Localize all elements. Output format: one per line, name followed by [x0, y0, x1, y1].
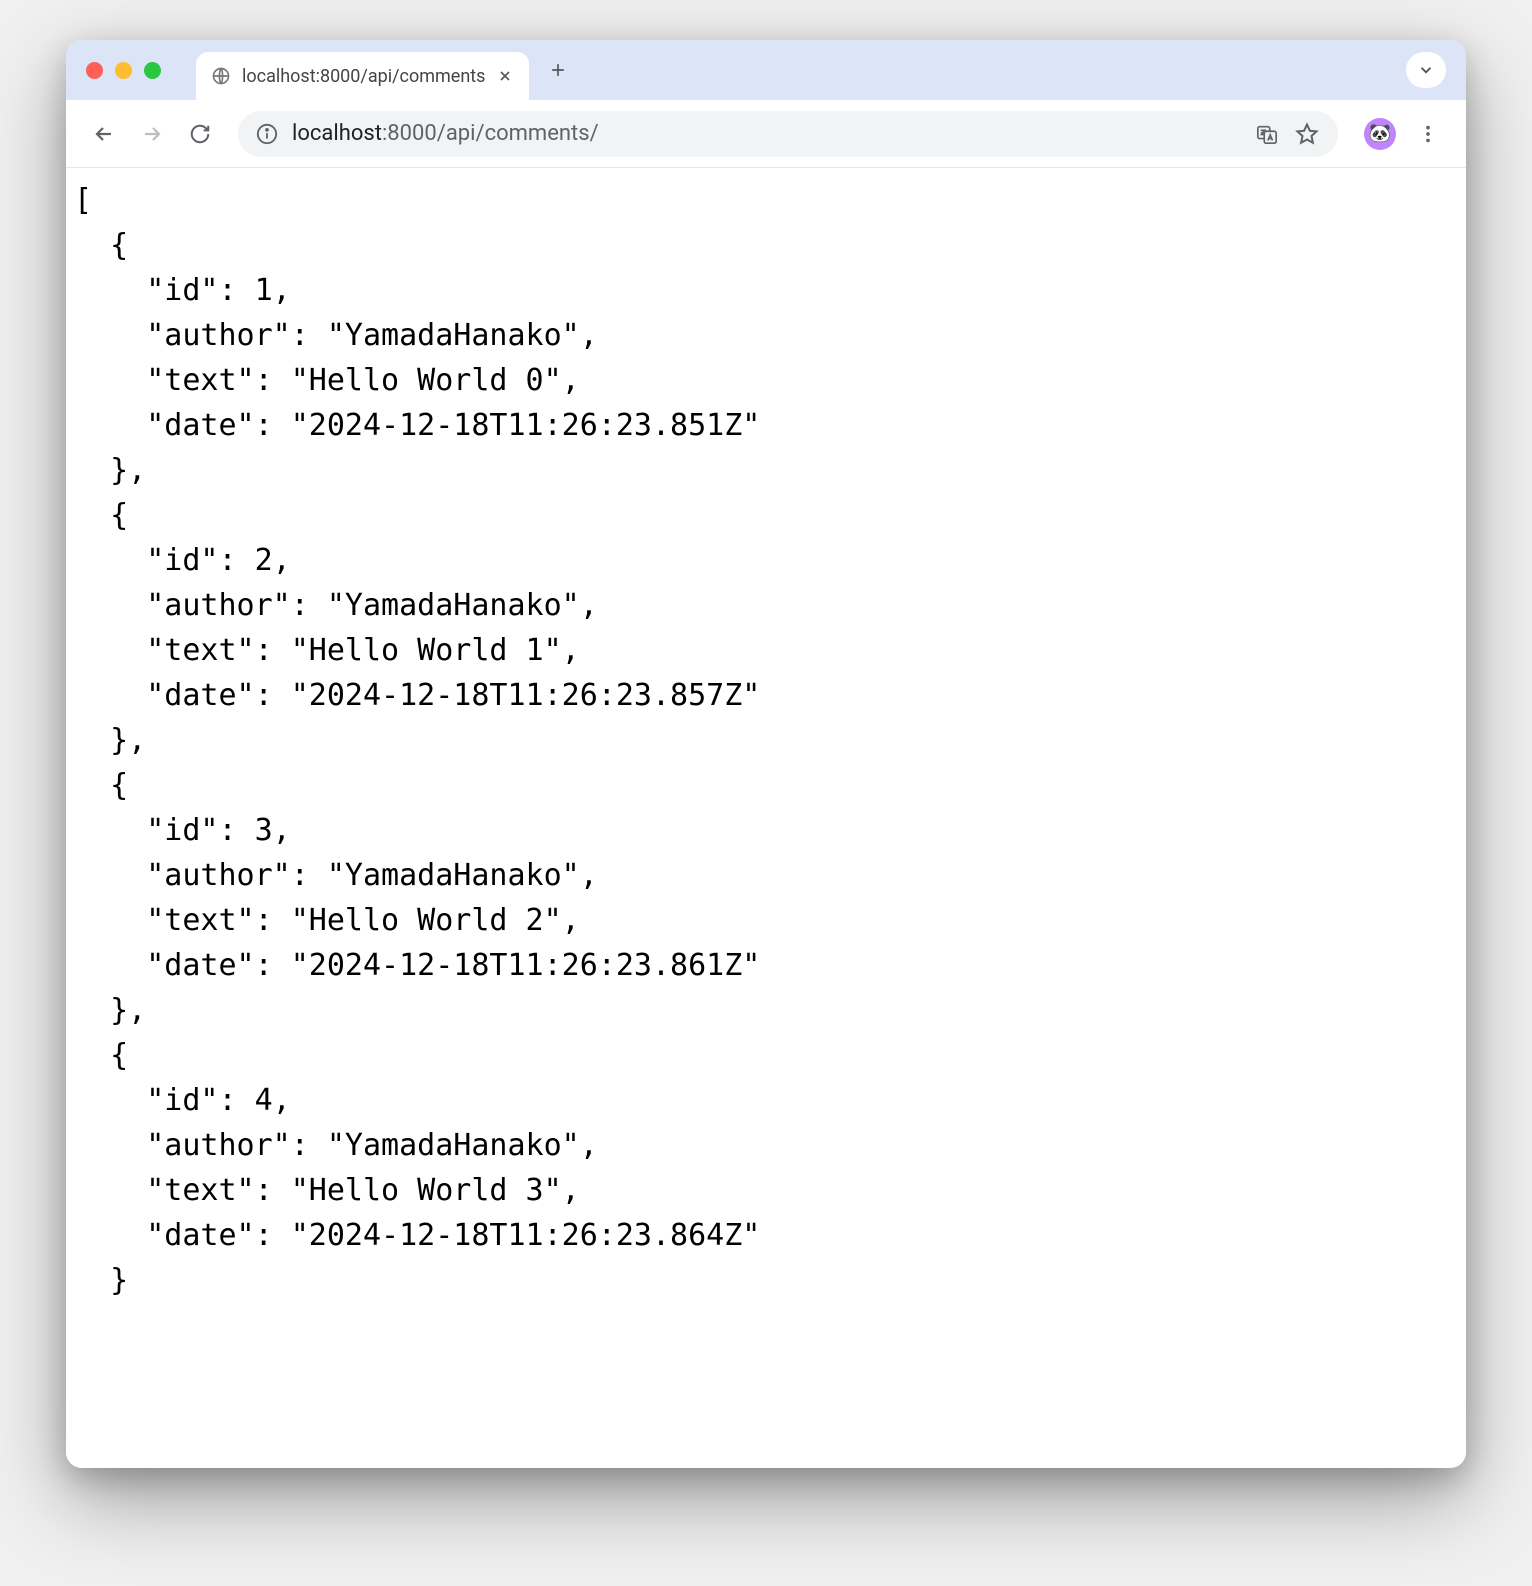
- bookmark-star-icon[interactable]: [1294, 121, 1320, 147]
- site-info-icon[interactable]: [256, 123, 278, 145]
- browser-tab[interactable]: localhost:8000/api/comments: [196, 52, 529, 100]
- globe-icon: [210, 65, 232, 87]
- address-bar[interactable]: localhost:8000/api/comments/: [238, 111, 1338, 157]
- tab-title: localhost:8000/api/comments: [242, 66, 485, 87]
- json-response-body: [ { "id": 1, "author": "YamadaHanako", "…: [66, 168, 1466, 1468]
- back-button[interactable]: [84, 114, 124, 154]
- tab-overflow-button[interactable]: [1406, 52, 1446, 88]
- forward-button[interactable]: [132, 114, 172, 154]
- profile-avatar[interactable]: 🐼: [1364, 118, 1396, 150]
- url-display: localhost:8000/api/comments/: [292, 121, 1240, 146]
- url-path: :8000/api/comments/: [382, 121, 599, 146]
- window-maximize-button[interactable]: [144, 62, 161, 79]
- toolbar: localhost:8000/api/comments/ 🐼: [66, 100, 1466, 168]
- browser-window: localhost:8000/api/comments: [66, 40, 1466, 1468]
- kebab-menu-icon[interactable]: [1408, 114, 1448, 154]
- new-tab-button[interactable]: [539, 51, 577, 89]
- tab-close-button[interactable]: [495, 66, 515, 86]
- window-controls: [86, 62, 161, 79]
- translate-icon[interactable]: [1254, 121, 1280, 147]
- tab-strip: localhost:8000/api/comments: [66, 40, 1466, 100]
- window-close-button[interactable]: [86, 62, 103, 79]
- window-minimize-button[interactable]: [115, 62, 132, 79]
- reload-button[interactable]: [180, 114, 220, 154]
- url-host: localhost: [292, 121, 382, 146]
